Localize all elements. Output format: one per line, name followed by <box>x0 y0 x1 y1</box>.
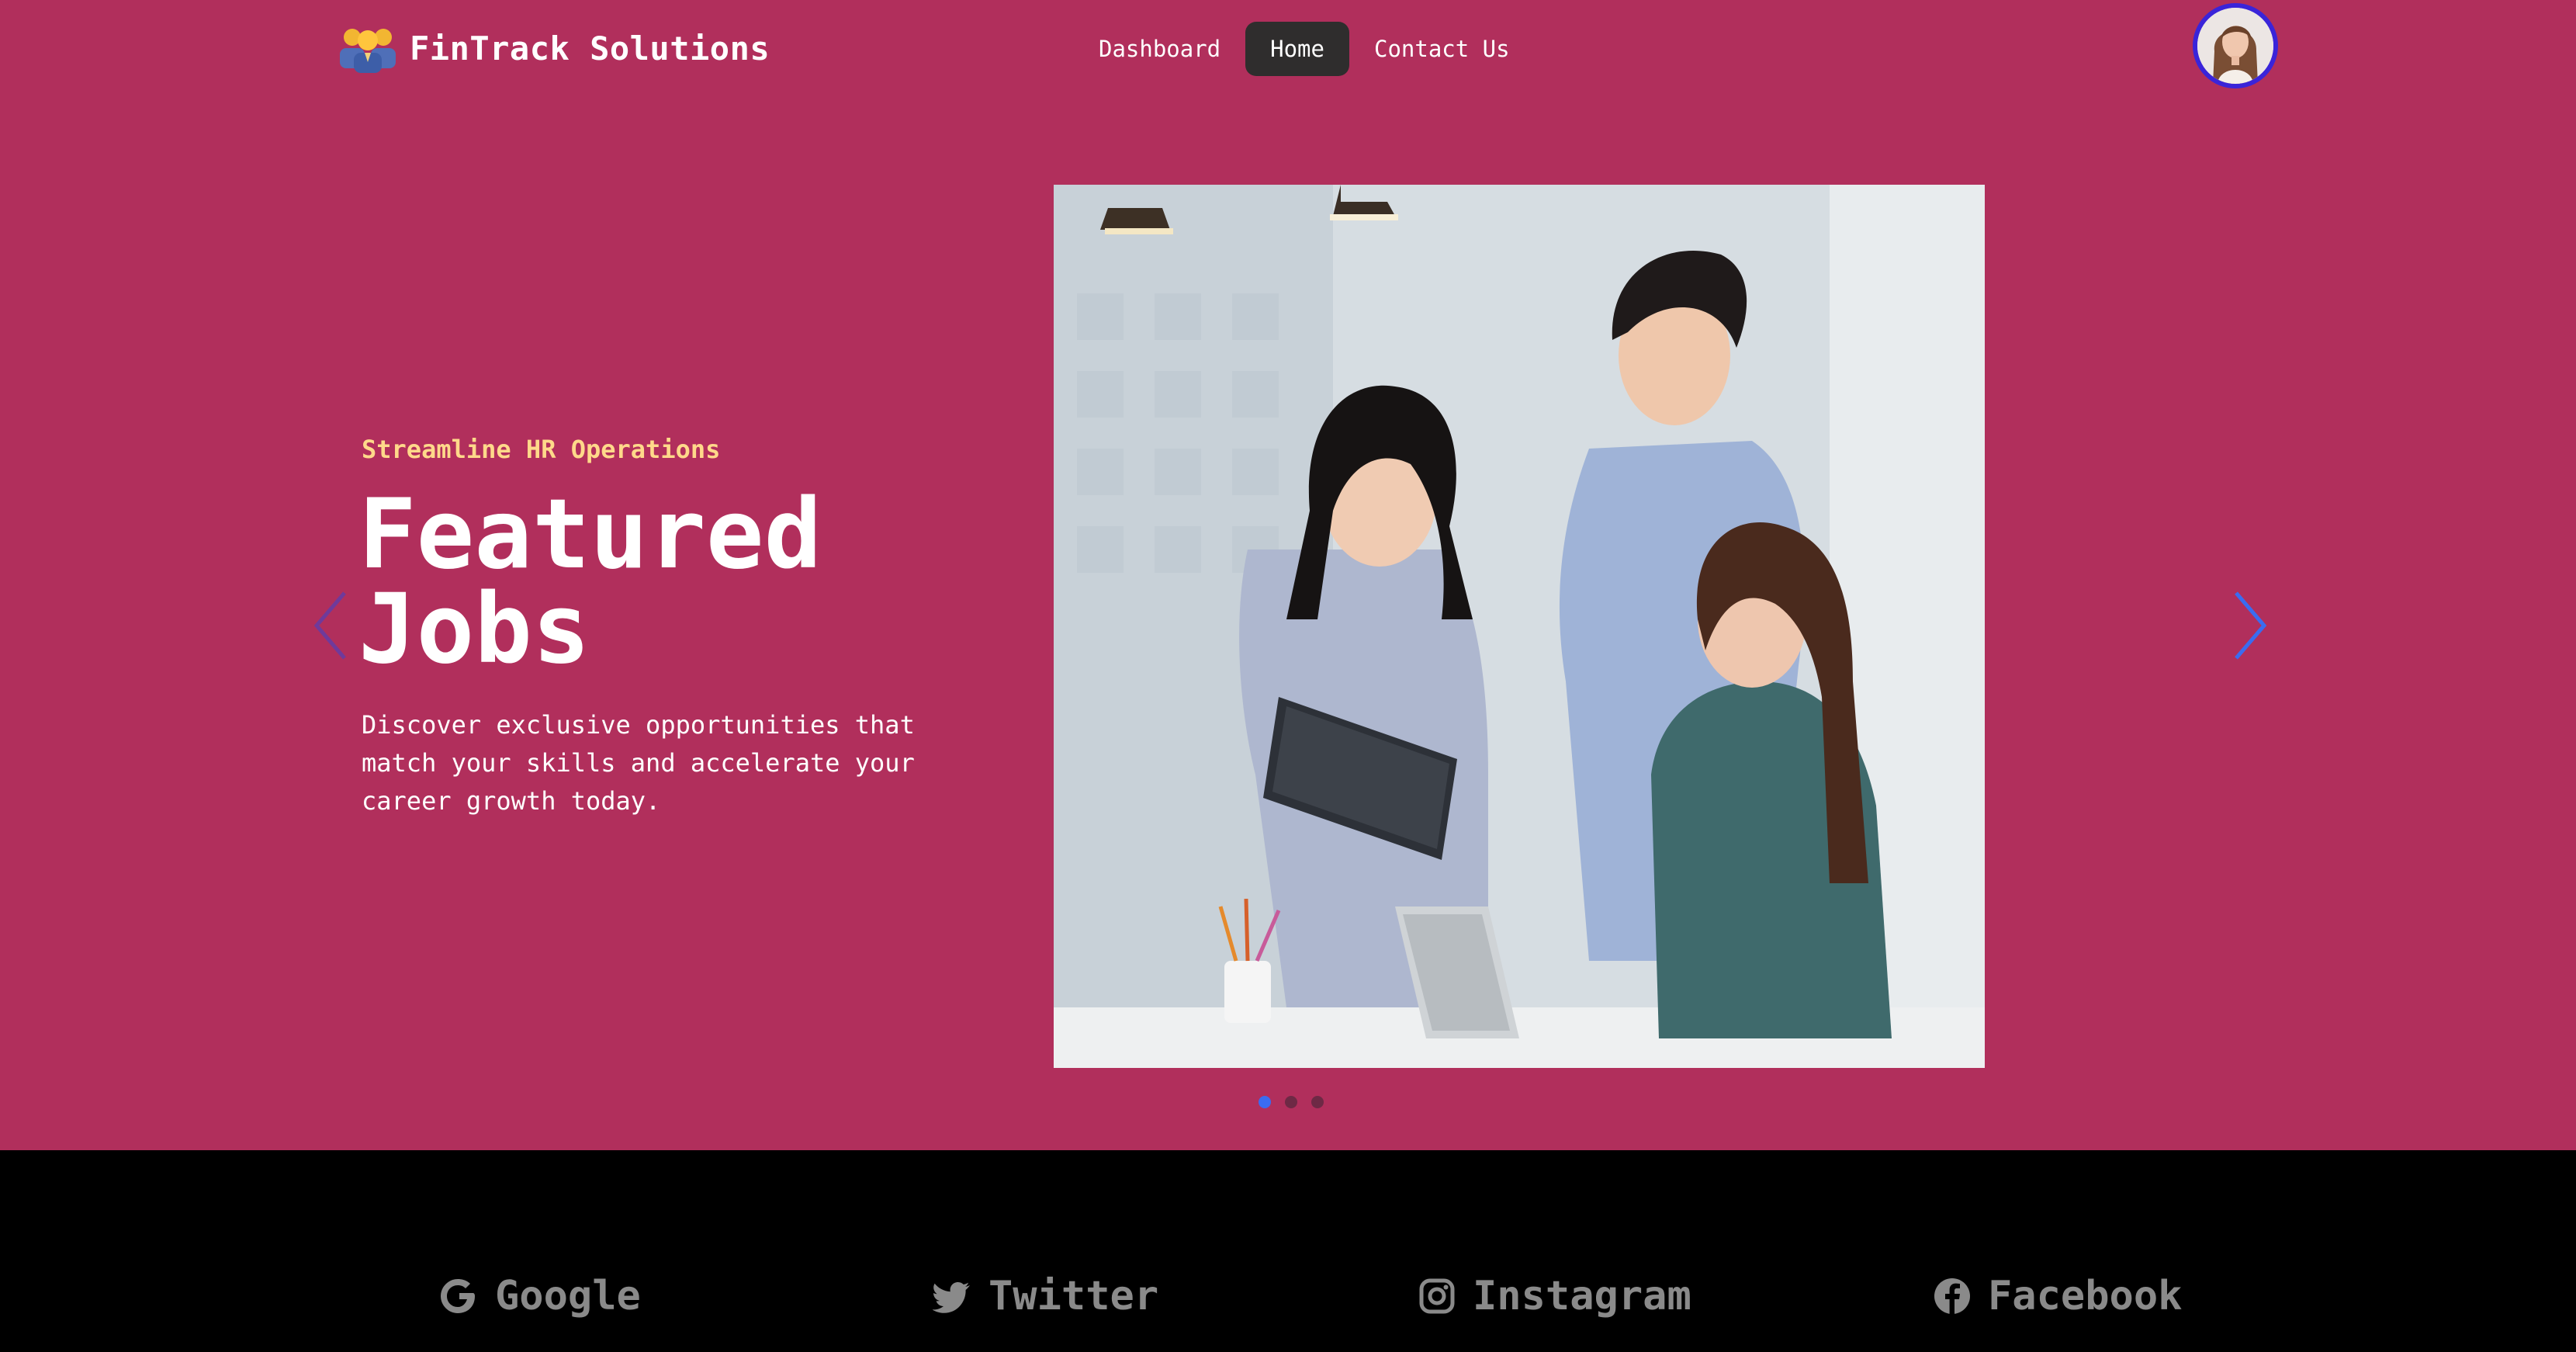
main-nav: Dashboard Home Contact Us <box>1074 22 1535 76</box>
carousel-dot-3[interactable] <box>1311 1096 1324 1108</box>
footer-link-google[interactable]: Google <box>439 1273 641 1319</box>
nav-dashboard[interactable]: Dashboard <box>1074 22 1245 76</box>
nav-contact-us[interactable]: Contact Us <box>1349 22 1535 76</box>
footer-link-twitter[interactable]: Twitter <box>932 1273 1159 1319</box>
brand-title: FinTrack Solutions <box>410 29 770 68</box>
google-icon <box>439 1276 480 1316</box>
footer-label-facebook: Facebook <box>1988 1273 2183 1319</box>
chevron-right-icon[interactable] <box>2225 587 2272 664</box>
user-avatar[interactable] <box>2193 3 2278 88</box>
footer-label-google: Google <box>495 1273 641 1319</box>
instagram-icon <box>1417 1276 1457 1316</box>
footer-label-twitter: Twitter <box>989 1273 1159 1319</box>
office-team-photo <box>1054 185 1985 1068</box>
hero-headline: Featured Jobs <box>358 479 822 685</box>
facebook-icon <box>1932 1276 1972 1316</box>
twitter-icon <box>932 1276 973 1316</box>
chevron-left-icon[interactable] <box>309 587 355 664</box>
nav-home[interactable]: Home <box>1245 22 1349 76</box>
hero-section: FinTrack Solutions Dashboard Home Contac… <box>0 0 2576 1150</box>
carousel-dot-1[interactable] <box>1259 1096 1271 1108</box>
carousel-dot-2[interactable] <box>1285 1096 1297 1108</box>
carousel-dots <box>1259 1096 1324 1108</box>
team-people-icon <box>335 22 400 75</box>
footer-link-facebook[interactable]: Facebook <box>1932 1273 2182 1319</box>
brand[interactable]: FinTrack Solutions <box>335 22 770 75</box>
hero-eyebrow: Streamline HR Operations <box>362 435 721 464</box>
footer-label-instagram: Instagram <box>1473 1273 1691 1319</box>
hero-description: Discover exclusive opportunities that ma… <box>362 710 915 816</box>
user-portrait-icon <box>2197 8 2273 84</box>
footer-link-instagram[interactable]: Instagram <box>1417 1273 1691 1319</box>
